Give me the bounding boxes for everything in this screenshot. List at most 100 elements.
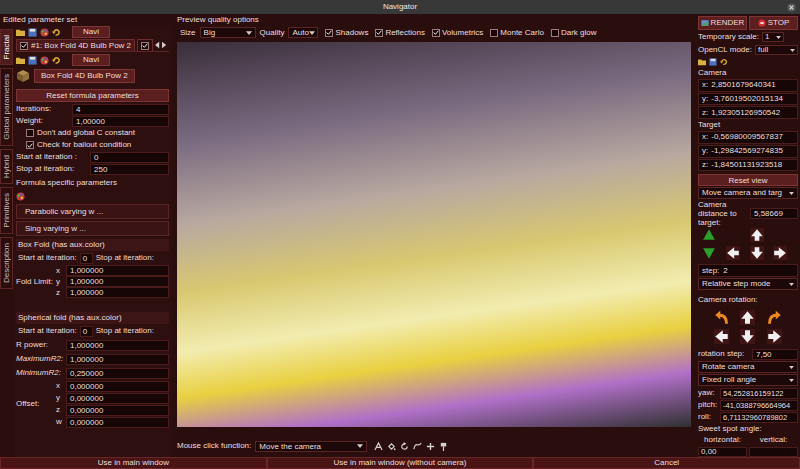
rotate-tool-icon[interactable] <box>400 442 409 451</box>
save-icon[interactable] <box>28 56 37 65</box>
arrow-down-icon[interactable] <box>740 329 755 344</box>
reset-view-button[interactable]: Reset view <box>698 174 798 186</box>
checkbox[interactable] <box>26 129 34 137</box>
close-icon[interactable] <box>787 3 796 12</box>
arrow-right-icon[interactable] <box>767 329 782 344</box>
offset-field[interactable]: 0,000000 <box>66 417 169 428</box>
move-forward-icon[interactable] <box>702 228 716 242</box>
start-iteration-field[interactable]: 0 <box>80 326 93 337</box>
render-button[interactable]: RENDER <box>698 16 747 30</box>
rotate-mode-select[interactable]: Rotate camera <box>698 361 798 373</box>
formula-tab[interactable]: #1: Box Fold 4D Bulb Pow 2 <box>16 39 135 51</box>
horizontal-angle-field[interactable]: 0,00 <box>698 447 747 457</box>
cancel-button[interactable]: Cancel <box>533 457 800 469</box>
formula-tab[interactable] <box>137 39 153 51</box>
pitch-field[interactable]: -41,0388796664964 <box>720 400 798 411</box>
save-icon[interactable] <box>28 28 37 37</box>
param-field[interactable]: 0,250000 <box>66 368 169 379</box>
collapsed-group[interactable]: Parabolic varying w ... <box>16 204 169 219</box>
side-tab[interactable]: Primitives <box>0 187 13 234</box>
coordinate-field[interactable]: z:-1,84501131923518 <box>698 159 798 172</box>
pin-tool-icon[interactable] <box>439 442 448 451</box>
side-tab[interactable]: Global parameters <box>0 68 13 146</box>
side-tab[interactable]: Fractal <box>0 29 13 65</box>
scroll-right-icon[interactable] <box>162 41 167 49</box>
reset-formula-button[interactable]: Reset formula parameters <box>16 89 169 102</box>
offset-field[interactable]: 0,000000 <box>66 381 169 392</box>
stop-button[interactable]: STOP <box>749 16 798 30</box>
coordinate-field[interactable]: x:-0,56980009567837 <box>698 131 798 144</box>
palette-icon[interactable] <box>16 192 25 201</box>
shape-tool-icon[interactable] <box>413 442 422 451</box>
offset-field[interactable]: 0,000000 <box>66 405 169 416</box>
fold-limit-field[interactable]: 1,000000 <box>66 276 169 287</box>
scroll-left-icon[interactable] <box>155 41 160 49</box>
fold-limit-field[interactable]: 1,000000 <box>66 287 169 298</box>
weight-field[interactable]: 1,00000 <box>72 116 169 127</box>
navi-button[interactable]: Navi <box>72 26 110 38</box>
navi-button[interactable]: Navi <box>72 54 110 66</box>
arrow-up-icon[interactable] <box>750 228 764 242</box>
rotate-left-icon[interactable] <box>714 310 729 325</box>
arrow-right-icon[interactable] <box>773 246 787 260</box>
arrow-left-icon[interactable] <box>726 246 740 260</box>
offset-field[interactable]: 0,000000 <box>66 393 169 404</box>
open-icon[interactable] <box>698 58 706 66</box>
scale-select[interactable]: 1 <box>762 32 784 42</box>
size-select[interactable]: Big <box>200 27 256 38</box>
checkbox[interactable] <box>141 42 149 50</box>
coordinate-field[interactable]: y:-1,29842569274835 <box>698 145 798 158</box>
step-mode-select[interactable]: Relative step mode <box>698 278 798 290</box>
checkbox[interactable] <box>20 42 28 50</box>
add-tool-icon[interactable] <box>426 442 435 451</box>
collapsed-group[interactable]: Sing varying w ... <box>16 221 169 236</box>
param-field[interactable]: 1,000000 <box>66 340 169 351</box>
checkbox[interactable] <box>490 29 498 37</box>
move-backward-icon[interactable] <box>702 246 716 260</box>
save-icon[interactable] <box>709 58 717 66</box>
checkbox[interactable] <box>375 29 383 37</box>
use-without-camera-button[interactable]: Use in main window (without camera) <box>267 457 534 469</box>
use-in-main-window-button[interactable]: Use in main window <box>0 457 267 469</box>
rotation-step-field[interactable]: 7,50 <box>752 349 798 360</box>
start-iteration-field[interactable]: 0 <box>90 152 169 163</box>
palette-icon[interactable] <box>40 28 49 37</box>
render-preview[interactable] <box>177 42 691 427</box>
start-iteration-field[interactable]: 0 <box>80 253 93 264</box>
fill-tool-icon[interactable] <box>387 442 396 451</box>
quality-select[interactable]: Auto <box>288 27 318 38</box>
undo-icon[interactable] <box>52 28 61 37</box>
open-icon[interactable] <box>16 28 25 37</box>
fold-limit-field[interactable]: 1,000000 <box>66 265 169 276</box>
open-icon[interactable] <box>16 56 25 65</box>
coordinate-field[interactable]: z:1,92305126950542 <box>698 106 798 119</box>
checkbox[interactable] <box>325 29 333 37</box>
vertical-angle-field[interactable] <box>749 447 798 457</box>
checkbox[interactable] <box>432 29 440 37</box>
side-tab[interactable]: Hybrid <box>0 149 13 184</box>
step-field[interactable]: step:2 <box>698 264 798 277</box>
roll-mode-select[interactable]: Fixed roll angle <box>698 374 798 386</box>
mouse-function-select[interactable]: Move the camera <box>255 441 367 452</box>
coordinate-field[interactable]: x:2,8501679640341 <box>698 79 798 92</box>
checkbox[interactable] <box>551 29 559 37</box>
text-tool-icon[interactable] <box>374 442 383 451</box>
param-field[interactable]: 1,000000 <box>66 354 169 365</box>
coordinate-field[interactable]: y:-3,76019502015134 <box>698 93 798 106</box>
undo-icon[interactable] <box>52 56 61 65</box>
formula-button[interactable]: Box Fold 4D Bulb Pow 2 <box>34 69 135 83</box>
arrow-left-icon[interactable] <box>714 329 729 344</box>
side-tab[interactable]: Description <box>0 237 13 289</box>
yaw-field[interactable]: 54,252816159122 <box>720 388 798 399</box>
move-mode-select[interactable]: Move camera and targ <box>698 187 798 199</box>
arrow-down-icon[interactable] <box>750 246 764 260</box>
checkbox[interactable] <box>26 141 34 149</box>
stop-iteration-field[interactable]: 250 <box>90 164 169 175</box>
undo-icon[interactable] <box>720 58 728 66</box>
iterations-field[interactable]: 4 <box>72 104 169 115</box>
distance-field[interactable]: 5,58669 <box>750 208 798 219</box>
palette-icon[interactable] <box>40 56 49 65</box>
roll-field[interactable]: 6,71132960789802 <box>720 412 798 423</box>
opencl-select[interactable]: full <box>755 45 798 55</box>
arrow-up-icon[interactable] <box>740 310 755 325</box>
